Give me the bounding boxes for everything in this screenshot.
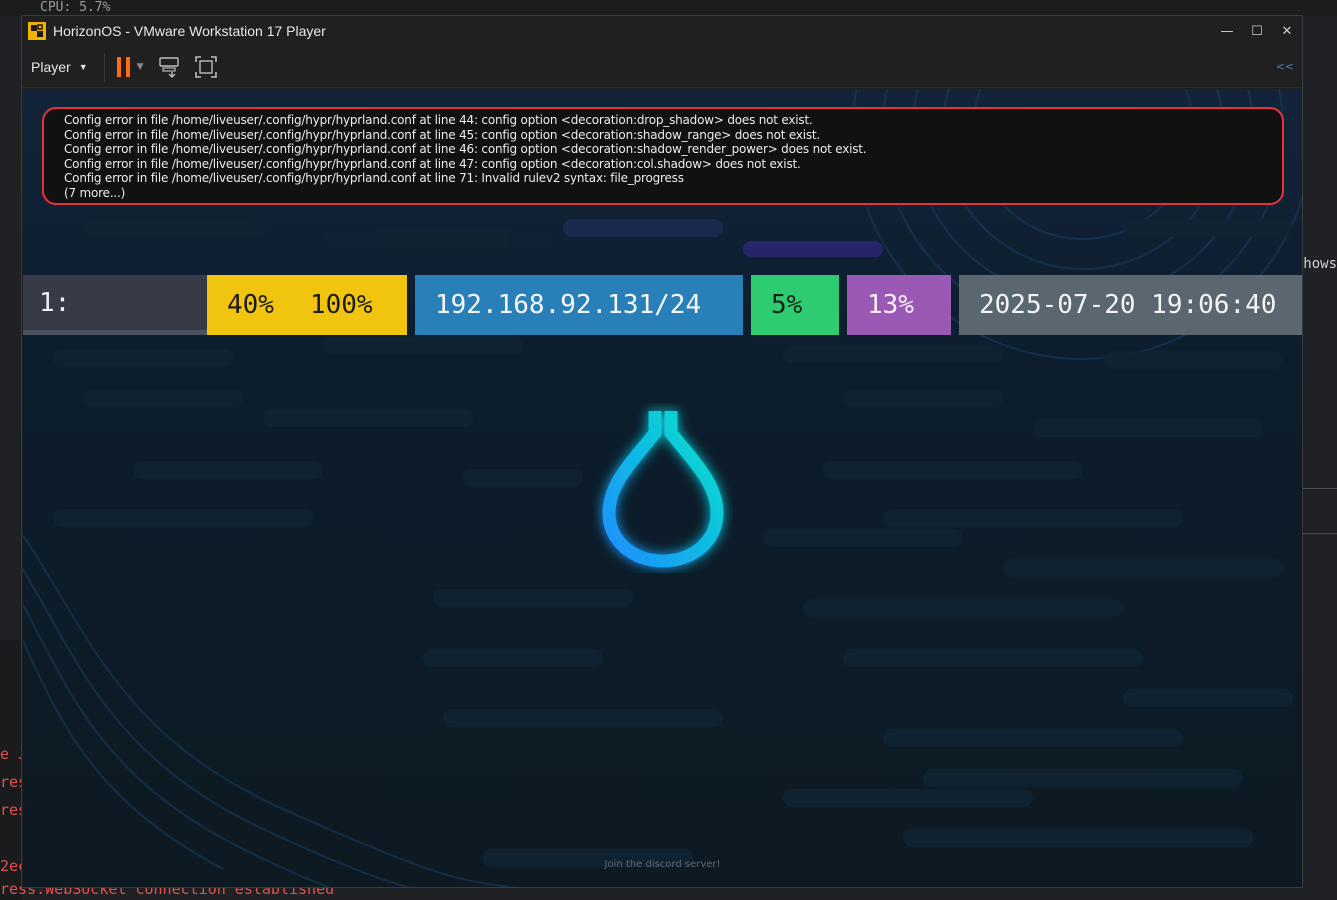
workspace-label: 1: (39, 287, 71, 318)
window-title: HorizonOS - VMware Workstation 17 Player (53, 23, 326, 39)
toolbar-separator (103, 52, 105, 81)
chevron-down-icon: ▼ (78, 61, 88, 72)
guest-screen[interactable]: Config error in file /home/liveuser/.con… (23, 89, 1302, 887)
fullscreen-icon (194, 55, 217, 78)
send-ctrl-alt-del-button[interactable] (158, 53, 182, 81)
host-divider (1302, 488, 1337, 489)
error-line: Config error in file /home/liveuser/.con… (64, 127, 821, 142)
volume-value: 40% (227, 290, 274, 320)
window-titlebar[interactable]: HorizonOS - VMware Workstation 17 Player… (22, 16, 1302, 46)
network-module[interactable]: 192.168.92.131/24 (415, 275, 743, 335)
player-menu-button[interactable]: Player ▼ (22, 53, 96, 81)
pause-icon (116, 56, 130, 77)
vmware-window: HorizonOS - VMware Workstation 17 Player… (21, 15, 1303, 888)
host-right-text: hows (1303, 256, 1337, 272)
memory-value: 13% (867, 290, 914, 320)
error-more: (7 more...) (64, 185, 126, 200)
cpu-value: 5% (771, 290, 803, 320)
minimize-button[interactable]: — (1212, 16, 1242, 46)
error-line: Config error in file /home/liveuser/.con… (64, 142, 867, 156)
cpu-module[interactable]: 5% (751, 275, 839, 335)
host-terminal-top: CPU: 5.7% (0, 0, 1337, 16)
maximize-button[interactable]: ☐ (1242, 16, 1272, 46)
fullscreen-button[interactable] (194, 53, 218, 81)
vmware-app-icon (28, 22, 46, 40)
clock-value: 2025-07-20 19:06:40 (979, 290, 1277, 320)
error-line: Config error in file /home/liveuser/.con… (64, 171, 684, 185)
error-line: Config error in file /home/liveuser/.con… (64, 156, 801, 171)
memory-module[interactable]: 13% (847, 275, 951, 335)
host-divider (1302, 533, 1337, 534)
player-menu-label: Player (31, 58, 71, 75)
config-error-panel: Config error in file /home/liveuser/.con… (42, 107, 1284, 205)
power-options-dropdown[interactable]: ▼ (137, 62, 144, 72)
ip-address: 192.168.92.131/24 (435, 290, 702, 320)
error-line: Config error in file /home/liveuser/.con… (64, 113, 813, 127)
status-bar: 1: 40% 100% 192.168.92.131/24 5% 13% 202… (23, 275, 1302, 335)
keyboard-icon (158, 56, 179, 78)
clock-module[interactable]: 2025-07-20 19:06:40 (959, 275, 1302, 335)
pause-button[interactable] (115, 53, 133, 81)
audio-battery-module[interactable]: 40% 100% (207, 275, 407, 335)
close-button[interactable]: ✕ (1272, 16, 1302, 46)
vmware-toolbar: Player ▼ ▼ << (22, 46, 1302, 88)
battery-value: 100% (309, 290, 373, 320)
collapse-toolbar-icon[interactable]: << (1276, 60, 1294, 73)
discord-link[interactable]: Join the discord server! (23, 859, 1302, 870)
workspace-indicator[interactable]: 1: (23, 275, 207, 335)
water-drop-icon (602, 411, 724, 568)
